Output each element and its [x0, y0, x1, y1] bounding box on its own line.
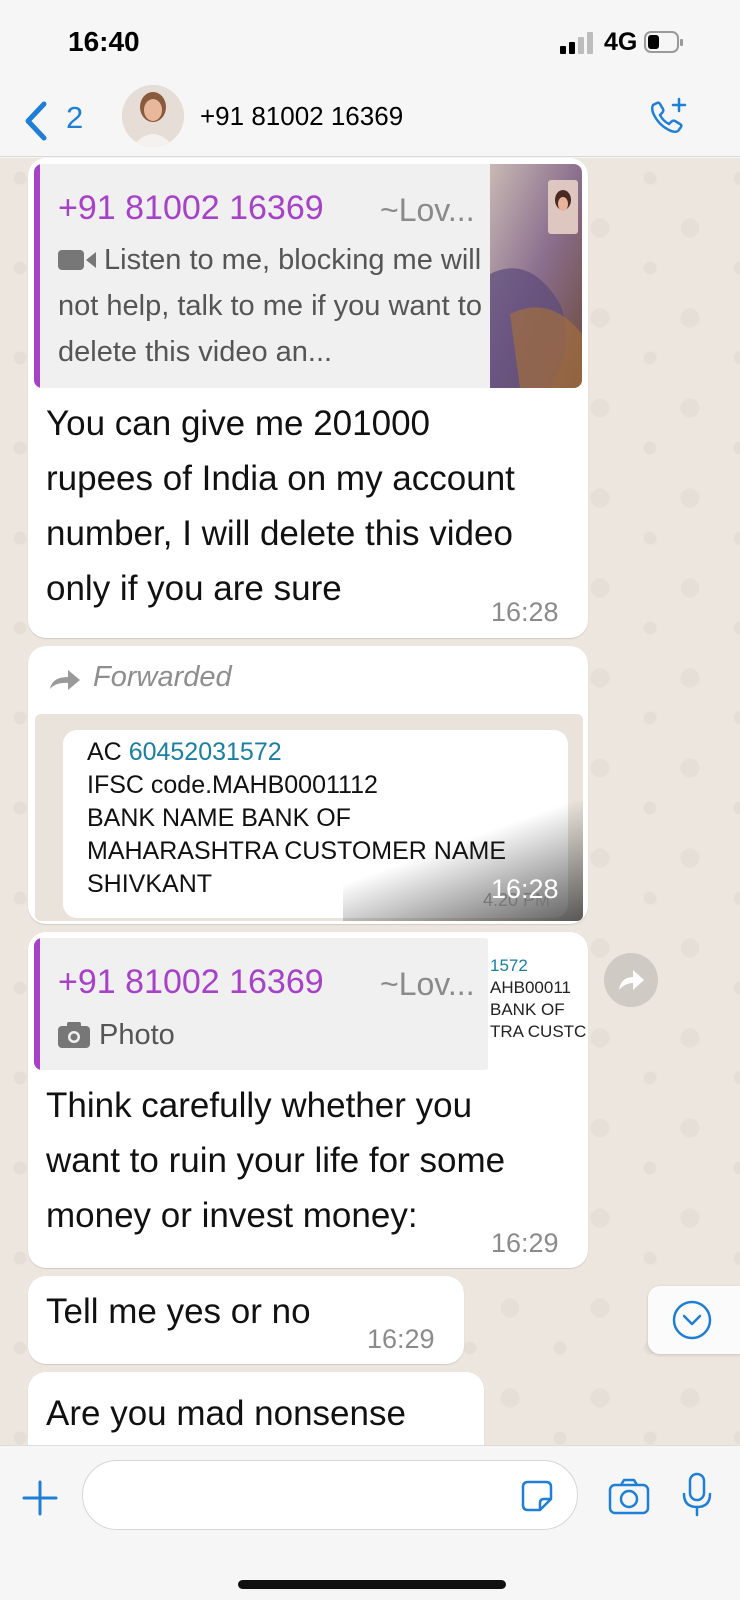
message-bubble[interactable]: +91 81002 16369 ~Lov... Listen to me, bl… — [28, 158, 588, 638]
thumb-line: AHB00011 — [490, 978, 571, 997]
quoted-message[interactable]: +91 81002 16369 ~Lov... Listen to me, bl… — [34, 164, 582, 388]
forwarded-image[interactable]: AC 60452031572 IFSC code.MAHB0001112 BAN… — [35, 714, 583, 921]
message-line: number, I will delete this video — [46, 514, 513, 553]
image-text-line: BANK NAME BANK OF — [87, 804, 351, 832]
message-bubble[interactable]: Are you mad nonsense — [28, 1372, 484, 1445]
quoted-video-thumbnail — [490, 164, 582, 388]
forward-button[interactable] — [604, 953, 658, 1007]
quoted-photo-thumbnail: 1572 AHB00011 BANK OF TRA CUSTC — [488, 938, 587, 1068]
thumb-line: BANK OF — [490, 1000, 565, 1019]
message-time: 16:28 — [491, 597, 559, 627]
scroll-to-bottom-button[interactable] — [648, 1286, 740, 1354]
forward-arrow-icon — [50, 670, 80, 690]
back-button[interactable]: 2 — [18, 93, 98, 143]
quote-bar — [34, 938, 40, 1070]
status-time: 16:40 — [68, 26, 140, 57]
unread-count: 2 — [66, 100, 84, 135]
account-number: 60452031572 — [128, 738, 282, 766]
chevron-down-icon — [672, 1300, 712, 1340]
attach-plus-icon[interactable] — [20, 1478, 60, 1518]
quoted-text: Listen to me, blocking me will not help,… — [58, 244, 482, 368]
message-bubble[interactable]: Tell me yes or no 16:29 — [28, 1276, 464, 1364]
quoted-sender: +91 81002 16369 — [58, 189, 324, 227]
thumb-line: TRA CUSTC — [490, 1022, 587, 1041]
message-input[interactable] — [82, 1460, 578, 1530]
image-text-line: SHIVKANT — [87, 870, 213, 898]
share-arrow-icon — [619, 970, 644, 990]
account-prefix: AC — [87, 738, 129, 766]
camera-icon[interactable] — [607, 1476, 651, 1516]
message-text: Think carefully whether you want to ruin… — [46, 1078, 576, 1243]
network-label: 4G — [604, 28, 638, 56]
quoted-alias: ~Lov... — [380, 192, 475, 228]
message-line: want to ruin your life for some — [46, 1141, 506, 1180]
forwarded-text: Forwarded — [93, 661, 232, 693]
message-line: Think carefully whether you — [46, 1086, 473, 1125]
sticker-icon[interactable] — [520, 1479, 554, 1513]
avatar[interactable] — [122, 85, 184, 147]
quoted-alias: ~Lov... — [380, 966, 475, 1002]
contact-name[interactable]: +91 81002 16369 — [200, 101, 403, 132]
quoted-sender: +91 81002 16369 — [58, 963, 324, 1001]
quoted-text: Photo — [99, 1019, 175, 1051]
quote-bar — [34, 164, 40, 388]
message-bubble[interactable]: +91 81002 16369 ~Lov... Photo 1572 AHB00… — [28, 932, 588, 1268]
message-line: rupees of India on my account — [46, 459, 515, 498]
message-time: 16:29 — [367, 1324, 435, 1354]
message-text: Tell me yes or no — [46, 1292, 311, 1331]
camera-icon — [58, 1022, 90, 1048]
message-line: You can give me 201000 — [46, 404, 431, 443]
message-time: 16:28 — [491, 874, 559, 904]
microphone-icon[interactable] — [681, 1472, 713, 1518]
battery-icon — [644, 31, 683, 53]
chevron-left-icon — [25, 101, 47, 141]
chat-header: 2 +91 81002 16369 — [0, 85, 740, 157]
avatar-image — [122, 85, 184, 147]
message-list[interactable]: +91 81002 16369 ~Lov... Listen to me, bl… — [0, 158, 740, 1445]
signal-icon — [560, 32, 593, 54]
message-composer — [0, 1445, 740, 1600]
message-text: You can give me 201000 rupees of India o… — [46, 396, 576, 616]
quoted-message[interactable]: +91 81002 16369 ~Lov... Photo — [34, 938, 492, 1070]
home-indicator — [238, 1580, 506, 1589]
add-call-icon[interactable] — [645, 95, 689, 139]
image-text-line: AC 60452031572 — [87, 738, 282, 767]
thumb-line: 1572 — [490, 956, 528, 975]
status-bar: 16:40 4G — [0, 0, 740, 85]
message-text: Are you mad nonsense — [46, 1394, 406, 1433]
message-time: 16:29 — [491, 1228, 559, 1258]
image-text-line: IFSC code.MAHB0001112 — [87, 771, 378, 799]
